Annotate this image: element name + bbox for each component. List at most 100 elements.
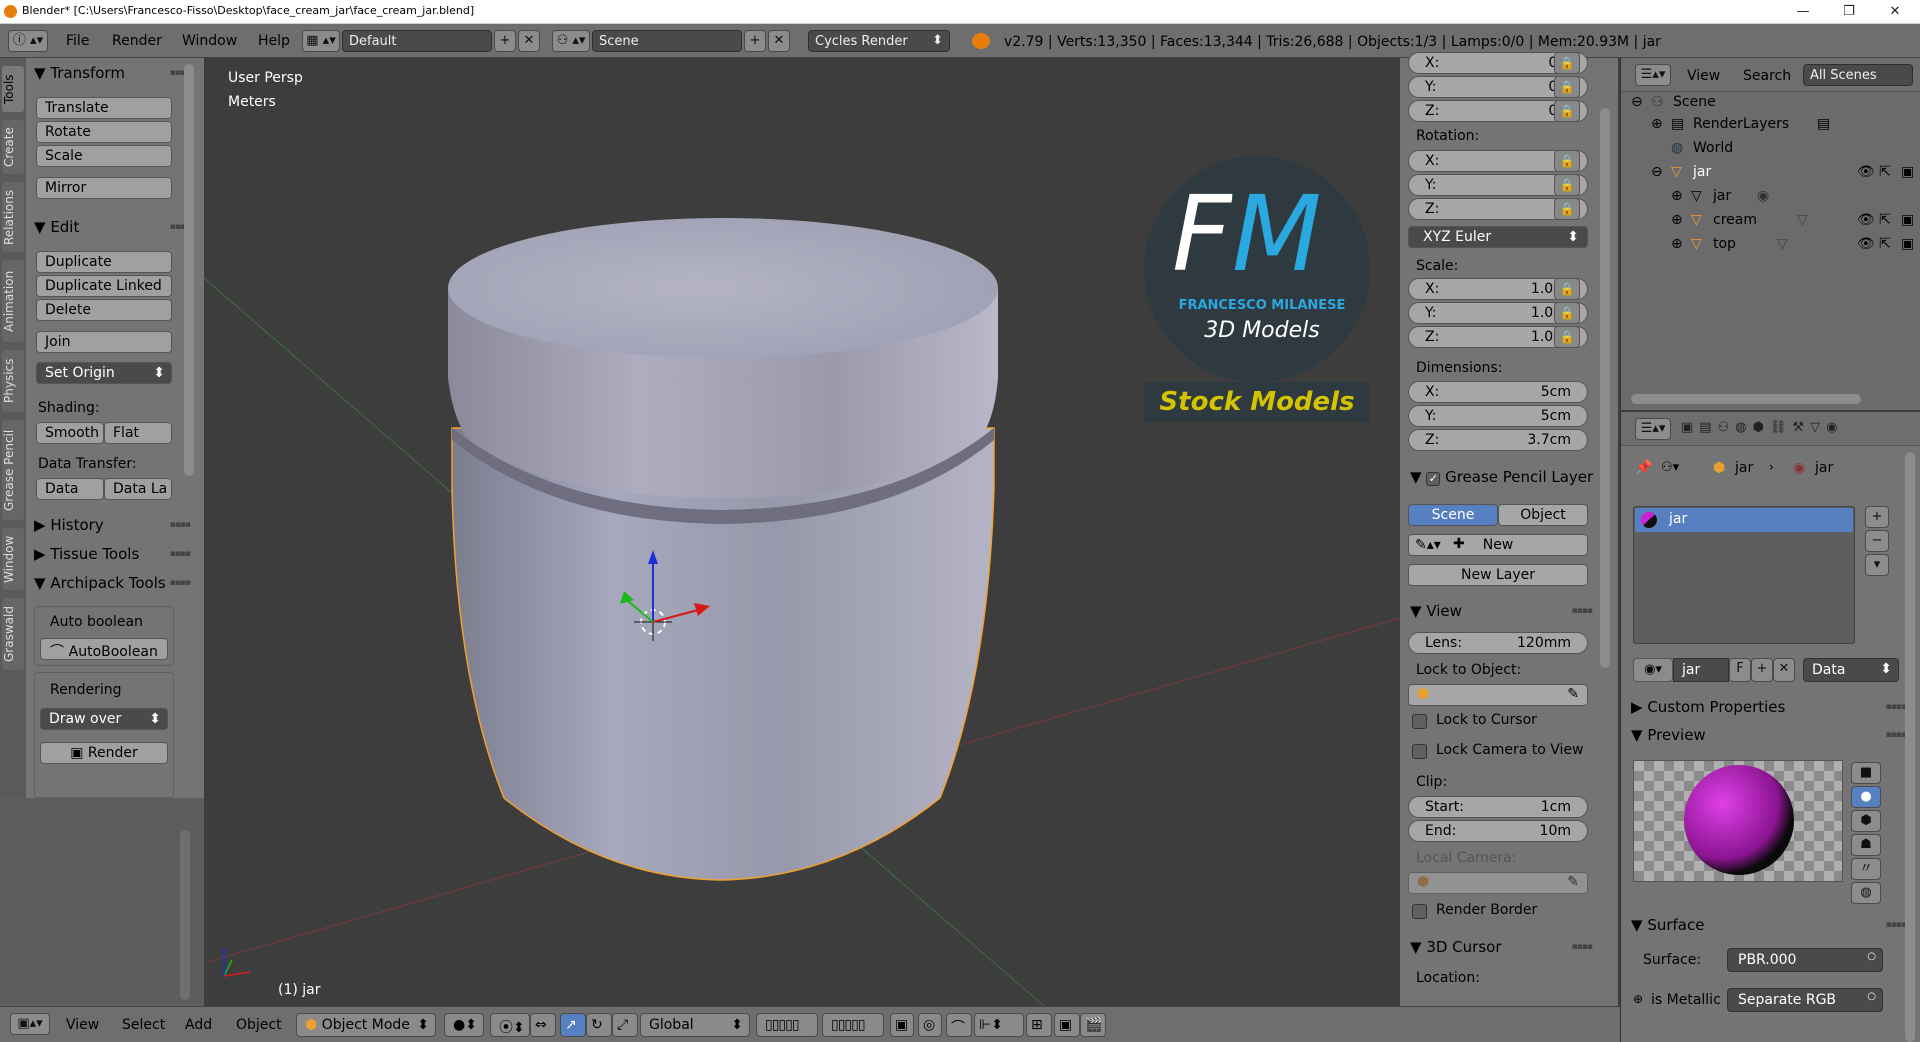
lock-layers-icon[interactable]: ▣ — [890, 1013, 914, 1037]
lock-icon[interactable]: 🔒 — [1554, 174, 1580, 196]
translate-button[interactable]: Translate — [36, 97, 172, 119]
preview-monkey-icon[interactable]: ☗ — [1851, 834, 1881, 856]
tab-animation[interactable]: Animation — [2, 260, 24, 342]
dimensions-z-field[interactable]: Z: 3.7cm — [1408, 429, 1588, 451]
lock-to-object-field[interactable]: ⬢ ✎ — [1408, 684, 1588, 706]
transform-orientation-select[interactable]: Global ⬍ — [640, 1013, 750, 1037]
history-panel-header[interactable]: ▶ History — [34, 516, 104, 534]
grease-pencil-new-button[interactable]: ✎▴▾ ✚ New — [1408, 534, 1588, 556]
dimensions-x-field[interactable]: X: 5cm — [1408, 381, 1588, 403]
lower-scrollbar[interactable] — [180, 830, 190, 1000]
outliner-filter-select[interactable]: All Scenes — [1803, 64, 1913, 86]
smooth-button[interactable]: Smooth — [36, 422, 104, 444]
grease-pencil-object-button[interactable]: Object — [1498, 504, 1588, 526]
outliner-editor-type-icon[interactable]: ☰▴▾ — [1635, 64, 1671, 86]
properties-editor-type-icon[interactable]: ☰▴▾ — [1635, 418, 1671, 440]
menu-window[interactable]: Window — [182, 33, 237, 49]
manipulator-toggle-icon[interactable]: ⇔ — [530, 1013, 556, 1037]
add-layout-icon[interactable]: + — [494, 30, 516, 52]
proportional-edit-icon[interactable]: ◎ — [918, 1013, 942, 1037]
material-name-field[interactable]: jar — [1673, 658, 1729, 682]
snap-toggle-icon[interactable]: ⌒ — [946, 1013, 972, 1037]
render-engine-select[interactable]: Cycles Render ⬍ — [808, 30, 950, 52]
remove-slot-icon[interactable]: − — [1865, 530, 1889, 552]
render-icon[interactable]: ▣ — [1901, 164, 1914, 180]
expand-icon[interactable]: ⊕ — [1633, 992, 1643, 1006]
material-slot-selected[interactable]: jar — [1635, 508, 1853, 532]
breadcrumb-object[interactable]: jar — [1735, 460, 1753, 476]
menu-object[interactable]: Object — [236, 1017, 282, 1033]
cursor-icon[interactable]: ⇱ — [1879, 164, 1891, 180]
duplicate-linked-button[interactable]: Duplicate Linked — [36, 275, 172, 297]
minimize-button[interactable]: — — [1780, 0, 1826, 24]
lock-camera-checkbox[interactable] — [1412, 744, 1427, 759]
expand-icon[interactable]: ⊕ — [1671, 188, 1683, 204]
add-scene-icon[interactable]: + — [744, 30, 766, 52]
eye-icon[interactable]: 👁 — [1857, 236, 1875, 252]
panel-grip-icon[interactable]: ▪▪▪▪ — [1886, 730, 1907, 740]
custom-properties-header[interactable]: ▶ Custom Properties — [1631, 698, 1785, 716]
preview-sky-icon[interactable]: ◍ — [1851, 882, 1881, 904]
eyedropper-icon[interactable]: ✎ — [1567, 874, 1579, 890]
panel-grip-icon[interactable]: ▪▪▪▪ — [1886, 920, 1907, 930]
panel-grip-icon[interactable]: ▪▪▪▪ — [1572, 942, 1593, 952]
outliner-row-jar-parent[interactable]: ⊖ ▽ jar 👁 ⇱ ▣ — [1621, 164, 1920, 184]
grease-pencil-scene-button[interactable]: Scene — [1408, 504, 1498, 526]
menu-help[interactable]: Help — [258, 33, 290, 49]
editor-type-info-icon[interactable]: ⓘ ▴▾ — [8, 30, 48, 52]
panel-grip-icon[interactable]: ▪▪▪▪ — [170, 578, 191, 588]
lock-icon[interactable]: 🔒 — [1554, 100, 1580, 122]
local-camera-field[interactable]: ⬢ ✎ — [1408, 872, 1588, 894]
add-slot-icon[interactable]: + — [1865, 506, 1889, 528]
viewport-shading-select[interactable]: ●⬍ — [444, 1013, 484, 1037]
clip-end-field[interactable]: End: 10m — [1408, 820, 1588, 842]
pivot-point-select[interactable]: ⦿⬍ — [490, 1013, 530, 1037]
scene-icon[interactable]: ⚇ ▴▾ — [552, 30, 590, 52]
expand-icon[interactable]: ⊕ — [1671, 236, 1683, 252]
rotate-manipulator-icon[interactable]: ↻ — [586, 1013, 612, 1037]
cursor-icon[interactable]: ⇱ — [1879, 236, 1891, 252]
data-transfer-button[interactable]: Data — [36, 478, 104, 500]
flat-button[interactable]: Flat — [104, 422, 172, 444]
tab-window[interactable]: Window — [2, 528, 24, 590]
panel-grip-icon[interactable]: ▪▪▪▪ — [170, 549, 191, 559]
outliner-row-world[interactable]: ◍ World — [1621, 140, 1920, 160]
transform-panel-header[interactable]: ▼ Transform — [34, 64, 125, 82]
maximize-button[interactable]: ❐ — [1826, 0, 1872, 24]
preview-header[interactable]: ▼ Preview — [1631, 726, 1706, 744]
delete-scene-icon[interactable]: ✕ — [768, 30, 790, 52]
collapse-icon[interactable]: ⊖ — [1651, 164, 1663, 180]
grease-pencil-panel-header[interactable]: ▼ ✓ Grease Pencil Layer — [1410, 468, 1593, 486]
preview-sphere-icon[interactable]: ● — [1851, 786, 1881, 808]
preview-flat-icon[interactable]: ■ — [1851, 762, 1881, 784]
menu-file[interactable]: File — [66, 33, 89, 49]
tab-graswald[interactable]: Graswald — [2, 598, 24, 670]
lock-icon[interactable]: 🔒 — [1554, 150, 1580, 172]
screen-layout-icon[interactable]: ▦ ▴▾ — [302, 30, 340, 52]
3d-view-editor-type-icon[interactable]: ▣▴▾ — [10, 1013, 50, 1035]
snap-element-select[interactable]: ⊩⬍ — [974, 1013, 1024, 1037]
snap-target-icon[interactable]: ⊞ — [1026, 1013, 1052, 1037]
delete-button[interactable]: Delete — [36, 299, 172, 321]
screen-layout-field[interactable]: Default — [342, 30, 492, 52]
draw-over-select[interactable]: Draw over ⬍ — [40, 708, 168, 730]
render-icon[interactable]: ▣ — [1901, 236, 1914, 252]
3d-cursor-panel-header[interactable]: ▼ 3D Cursor — [1410, 938, 1501, 956]
eye-icon[interactable]: 👁 — [1857, 164, 1875, 180]
expand-icon[interactable]: ⊕ — [1651, 116, 1663, 132]
menu-select[interactable]: Select — [122, 1017, 165, 1033]
close-button[interactable]: ✕ — [1872, 0, 1918, 24]
collapse-icon[interactable]: ⊖ — [1631, 94, 1643, 110]
toolshelf-scrollbar[interactable] — [184, 64, 194, 476]
outliner-row-renderlayers[interactable]: ⊕ ▤ RenderLayers ▤ — [1621, 116, 1920, 136]
rotation-mode-select[interactable]: XYZ Euler ⬍ — [1408, 226, 1588, 248]
lock-icon[interactable]: 🔒 — [1554, 302, 1580, 324]
translate-manipulator-icon[interactable]: ↗ — [560, 1013, 586, 1037]
opengl-render-icon[interactable]: ▣ — [1054, 1013, 1080, 1037]
npanel-scrollbar[interactable] — [1600, 108, 1610, 668]
surface-header[interactable]: ▼ Surface — [1631, 916, 1704, 934]
grease-pencil-checkbox[interactable]: ✓ — [1426, 472, 1441, 486]
panel-grip-icon[interactable]: ▪▪▪▪ — [170, 520, 191, 530]
lens-field[interactable]: Lens: 120mm — [1408, 632, 1588, 654]
data-layout-button[interactable]: Data La — [104, 478, 172, 500]
